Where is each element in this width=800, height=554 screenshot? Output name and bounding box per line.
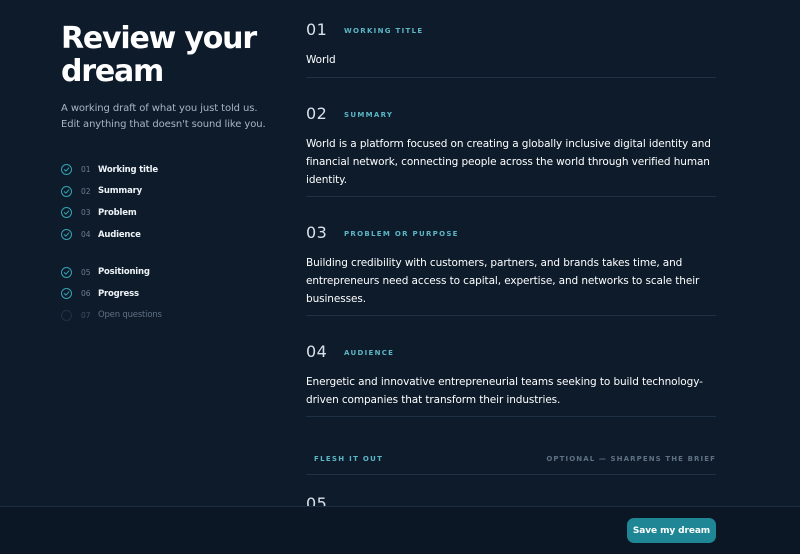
check-circle-icon bbox=[61, 266, 72, 278]
section-number: 03 bbox=[306, 223, 328, 242]
section-label: PROBLEM OR PURPOSE bbox=[344, 230, 459, 238]
step-label: Open questions bbox=[98, 310, 162, 321]
check-circle-icon bbox=[61, 229, 72, 241]
save-my-dream-button[interactable]: Save my dream bbox=[627, 518, 716, 543]
optional-note: OPTIONAL — SHARPENS THE BRIEF bbox=[546, 455, 716, 463]
step-item-summary[interactable]: 02 Summary bbox=[61, 181, 266, 203]
step-number: 06 bbox=[81, 289, 91, 299]
step-number: 02 bbox=[81, 186, 91, 196]
step-label: Summary bbox=[98, 186, 142, 197]
section-working-title: 01 WORKING TITLE World bbox=[306, 20, 716, 78]
page-subtitle: A working draft of what you just told us… bbox=[61, 103, 266, 130]
step-item-problem[interactable]: 03 Problem bbox=[61, 202, 266, 224]
page-title: Review your dream bbox=[61, 22, 266, 88]
section-header: 04 AUDIENCE bbox=[306, 342, 716, 361]
check-circle-icon bbox=[61, 185, 72, 197]
step-label: Problem bbox=[98, 207, 137, 218]
step-list: 01 Working title 02 Summary 03 Problem 0… bbox=[61, 159, 266, 326]
summary-text[interactable]: World is a platform focused on creating … bbox=[306, 135, 716, 189]
section-label: SUMMARY bbox=[344, 111, 394, 119]
check-circle-icon bbox=[61, 288, 72, 300]
section-number: 04 bbox=[306, 342, 328, 361]
step-number: 05 bbox=[81, 267, 91, 277]
step-label: Positioning bbox=[98, 267, 150, 278]
step-label: Working title bbox=[98, 164, 158, 175]
step-item-audience[interactable]: 04 Audience bbox=[61, 224, 266, 246]
section-number: 02 bbox=[306, 104, 328, 123]
section-header: 01 WORKING TITLE bbox=[306, 20, 716, 39]
page-title-line-2: dream bbox=[61, 54, 164, 89]
working-title-text[interactable]: World bbox=[306, 51, 716, 69]
flesh-it-out-header: FLESH IT OUT OPTIONAL — SHARPENS THE BRI… bbox=[306, 444, 716, 475]
section-audience: 04 AUDIENCE Energetic and innovative ent… bbox=[306, 342, 716, 417]
step-item-progress[interactable]: 06 Progress bbox=[61, 283, 266, 305]
section-number: 05 bbox=[306, 494, 328, 506]
audience-text[interactable]: Energetic and innovative entrepreneurial… bbox=[306, 373, 716, 409]
step-label: Progress bbox=[98, 288, 139, 299]
step-item-working-title[interactable]: 01 Working title bbox=[61, 159, 266, 181]
flesh-it-out-label: FLESH IT OUT bbox=[314, 455, 384, 463]
section-label: AUDIENCE bbox=[344, 349, 395, 357]
review-content: 01 WORKING TITLE World 02 SUMMARY World … bbox=[306, 0, 716, 506]
check-circle-icon bbox=[61, 164, 72, 176]
problem-text[interactable]: Building credibility with customers, par… bbox=[306, 254, 716, 308]
section-label: WORKING TITLE bbox=[344, 27, 424, 35]
step-number: 01 bbox=[81, 165, 91, 175]
page-title-line-1: Review your bbox=[61, 21, 257, 56]
step-number: 03 bbox=[81, 208, 91, 218]
empty-circle-icon bbox=[61, 309, 72, 321]
step-number: 07 bbox=[81, 310, 91, 320]
section-number: 01 bbox=[306, 20, 328, 39]
step-item-positioning[interactable]: 05 Positioning bbox=[61, 261, 266, 283]
step-item-open-questions[interactable]: 07 Open questions bbox=[61, 305, 266, 327]
section-summary: 02 SUMMARY World is a platform focused o… bbox=[306, 104, 716, 197]
section-header: 03 PROBLEM OR PURPOSE bbox=[306, 223, 716, 242]
step-label: Audience bbox=[98, 229, 141, 240]
check-circle-icon bbox=[61, 207, 72, 219]
step-number: 04 bbox=[81, 230, 91, 240]
footer-bar: Save my dream bbox=[0, 506, 800, 554]
section-problem: 03 PROBLEM OR PURPOSE Building credibili… bbox=[306, 223, 716, 316]
section-header: 02 SUMMARY bbox=[306, 104, 716, 123]
left-panel: Review your dream A working draft of wha… bbox=[61, 22, 266, 326]
